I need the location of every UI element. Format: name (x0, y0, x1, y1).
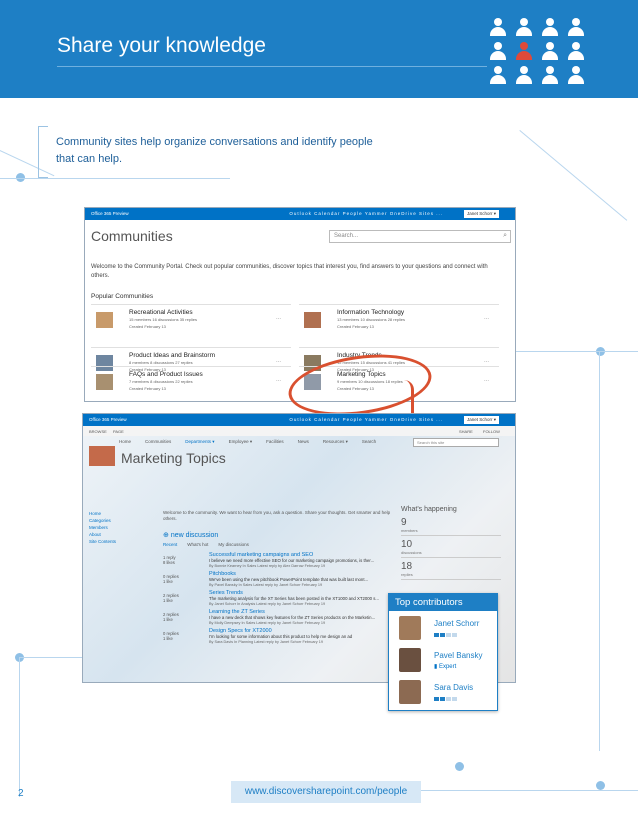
left-nav: Home Categories Members About Site Contents (89, 511, 117, 544)
communities-screenshot: Office 365 Preview Outlook Calendar Peop… (84, 207, 516, 402)
more-icon: ... (275, 377, 281, 383)
user-menu: Janet Schorr ▾ (463, 210, 499, 218)
people-grid-icon (482, 18, 622, 96)
suite-nav: Outlook Calendar People Yammer OneDrive … (289, 417, 443, 422)
top-contributors-title: Top contributors (389, 594, 497, 611)
more-icon: ... (483, 377, 489, 383)
decor-line (519, 130, 628, 221)
discussion-post: 0 replies 1 like Pitchbooks We've been usi… (163, 571, 369, 587)
rating-squares (434, 697, 457, 701)
search-input: Search... ⌕ (329, 230, 511, 243)
decor-line (0, 178, 230, 179)
site-logo (89, 446, 115, 466)
discussion-post: 1 reply 8 likes Successful marketing camp… (163, 552, 375, 568)
intro-text: Community sites help organize conversati… (56, 136, 373, 165)
decor-line (516, 351, 638, 352)
site-search-input: Search this site (413, 438, 499, 447)
discussion-post: 2 replies 1 like Series Trends The marketi… (163, 590, 379, 606)
new-discussion-link: ⊕ new discussion (163, 532, 219, 539)
avatar (399, 648, 421, 672)
suite-nav: Outlook Calendar People Yammer OneDrive … (289, 211, 443, 216)
decor-dot (455, 762, 464, 771)
community-tile: FAQs and Product Issues 7 members 8 discu… (91, 366, 291, 400)
page-footer: 2 www.discoversharepoint.com/people (0, 781, 638, 803)
contributor: Pavel Bansky ▮ Expert (399, 648, 499, 678)
title-rule (57, 66, 487, 67)
more-icon: ... (483, 315, 489, 321)
discussion-tabs: Recent What's hot My discussions (163, 542, 249, 547)
user-menu: Janet Schorr ▾ (463, 416, 499, 424)
intro-bracket (38, 126, 48, 178)
ribbon-bar: BROWSE PAGE SHARE FOLLOW (83, 426, 515, 436)
community-thumbnail (96, 374, 113, 390)
community-thumbnail (304, 312, 321, 328)
community-thumbnail (96, 312, 113, 328)
discussion-post: 0 replies 1 like Design Specs for XT2000 I… (163, 628, 353, 644)
suite-bar: Office 365 Preview Outlook Calendar Peop… (85, 208, 515, 220)
community-welcome: Welcome to the community. We want to hea… (163, 510, 391, 521)
office-logo: Office 365 Preview (89, 417, 127, 422)
popular-heading: Popular Communities (91, 293, 154, 300)
top-contributors-card: Top contributors Janet Schorr Pavel Bans… (388, 593, 498, 711)
site-title: Marketing Topics (121, 450, 226, 466)
more-icon: ... (275, 315, 281, 321)
office-logo: Office 365 Preview (91, 211, 129, 216)
header-banner: Share your knowledge (0, 0, 638, 98)
more-icon: ... (483, 358, 489, 364)
contributor: Janet Schorr (399, 616, 499, 646)
site-nav: Home Communities Departments ▾ Employee ▾ Fa… (119, 439, 377, 444)
avatar (399, 616, 421, 640)
more-icon: ... (275, 358, 281, 364)
decor-line (20, 657, 82, 658)
expert-badge: ▮ Expert (434, 664, 457, 670)
rating-squares (434, 633, 457, 637)
page-title: Share your knowledge (57, 34, 266, 57)
discussion-post: 2 replies 1 like Learning the ZT Series I … (163, 609, 376, 625)
suite-bar: Office 365 Preview Outlook Calendar Peop… (83, 414, 515, 426)
community-tile: Recreational Activities 15 members 16 dis… (91, 304, 291, 338)
communities-title: Communities (91, 228, 173, 244)
footer-url: www.discoversharepoint.com/people (231, 781, 421, 803)
decor-line (19, 657, 20, 797)
community-tile: Information Technology 13 members 10 disc… (299, 304, 499, 338)
search-icon: ⌕ (503, 232, 507, 239)
page-number: 2 (18, 788, 24, 799)
contributor: Sara Davis (399, 680, 499, 710)
decor-line (599, 351, 600, 751)
welcome-text: Welcome to the Community Portal. Check o… (91, 264, 488, 279)
whats-happening: What's happening 9 members 10 discussions … (401, 506, 501, 583)
avatar (399, 680, 421, 704)
